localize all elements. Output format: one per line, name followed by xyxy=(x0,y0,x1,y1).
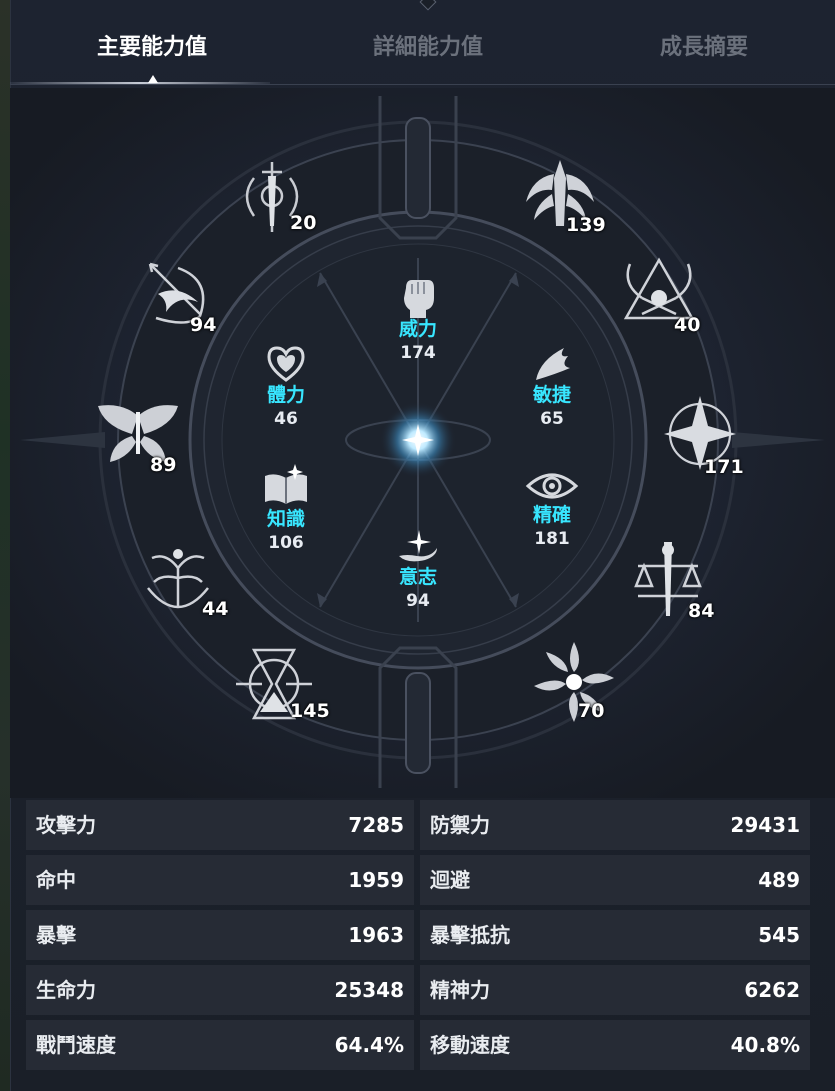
feather-claw-icon xyxy=(536,348,570,380)
outer-stat-value: 145 xyxy=(290,700,330,722)
stat-value: 1959 xyxy=(348,868,404,892)
stat-label: 防禦力 xyxy=(430,813,490,837)
top-ornament xyxy=(419,0,437,11)
stat-value: 65 xyxy=(540,409,564,429)
outer-stat-4[interactable]: 40 xyxy=(616,254,716,344)
outer-stat-1[interactable]: 20 xyxy=(232,156,332,246)
stat-row-evasion: 迴避 489 xyxy=(420,855,810,905)
tab-divider xyxy=(10,84,835,85)
background-edge xyxy=(0,0,10,1091)
outer-stat-10[interactable]: 70 xyxy=(530,638,630,728)
fist-icon xyxy=(404,280,434,318)
tab-detailed-stats[interactable]: 詳細能力值 xyxy=(308,30,548,66)
stat-name: 體力 xyxy=(266,384,305,406)
active-tab-marker xyxy=(148,75,158,83)
tab-growth-summary[interactable]: 成長摘要 xyxy=(584,30,824,66)
stat-name: 威力 xyxy=(398,318,437,340)
radiant-sun-icon xyxy=(534,642,614,722)
stat-value: 489 xyxy=(758,868,800,892)
stat-wheel: 20 139 94 40 89 171 44 84 145 70 威力 174 … xyxy=(10,88,835,798)
stat-label: 命中 xyxy=(36,868,76,892)
outer-stat-2[interactable]: 139 xyxy=(518,154,618,244)
stat-value: 29431 xyxy=(730,813,800,837)
spark-swirl-icon xyxy=(399,530,437,562)
outer-stat-value: 171 xyxy=(704,456,744,478)
outer-stat-6[interactable]: 171 xyxy=(660,390,760,480)
outer-stat-value: 20 xyxy=(290,212,317,234)
stat-row-attack: 攻擊力 7285 xyxy=(26,800,414,850)
stat-row-combat-speed: 戰鬥速度 64.4% xyxy=(26,1020,414,1070)
heart-icon xyxy=(267,346,305,382)
stat-row-accuracy: 命中 1959 xyxy=(26,855,414,905)
outer-stat-value: 84 xyxy=(688,600,715,622)
stat-label: 攻擊力 xyxy=(36,813,96,837)
outer-stat-9[interactable]: 145 xyxy=(232,642,332,732)
stat-row-hp: 生命力 25348 xyxy=(26,965,414,1015)
stat-value: 40.8% xyxy=(730,1033,800,1057)
stat-row-critical-resist: 暴擊抵抗 545 xyxy=(420,910,810,960)
stat-row-mp: 精神力 6262 xyxy=(420,965,810,1015)
outer-stat-value: 70 xyxy=(578,700,605,722)
outer-stat-value: 40 xyxy=(674,314,701,336)
outer-stat-value: 139 xyxy=(566,214,606,236)
stat-name: 精確 xyxy=(532,504,571,526)
stat-value: 174 xyxy=(400,343,436,363)
stat-value: 94 xyxy=(406,591,430,611)
stat-label: 戰鬥速度 xyxy=(36,1033,116,1057)
inner-stat-will[interactable]: 意志 94 xyxy=(378,528,458,612)
stat-label: 暴擊 xyxy=(36,923,76,947)
stat-value: 181 xyxy=(534,529,570,549)
tab-main-stats[interactable]: 主要能力值 xyxy=(32,30,272,66)
stat-value: 46 xyxy=(274,409,298,429)
stat-value: 106 xyxy=(268,533,304,553)
stat-row-move-speed: 移動速度 40.8% xyxy=(420,1020,810,1070)
open-book-icon xyxy=(265,464,307,504)
stat-value: 545 xyxy=(758,923,800,947)
inner-stat-precision[interactable]: 精確 181 xyxy=(512,468,592,550)
stat-label: 生命力 xyxy=(36,978,96,1002)
stat-value: 7285 xyxy=(348,813,404,837)
stat-row-critical: 暴擊 1963 xyxy=(26,910,414,960)
stat-name: 知識 xyxy=(266,508,305,530)
eye-icon xyxy=(525,473,579,499)
stat-value: 64.4% xyxy=(334,1033,404,1057)
tab-bar: 主要能力值 詳細能力值 成長摘要 xyxy=(10,0,835,88)
stat-label: 暴擊抵抗 xyxy=(430,923,510,947)
active-tab-underline xyxy=(10,82,270,84)
outer-stat-5[interactable]: 89 xyxy=(92,396,192,486)
outer-stat-value: 44 xyxy=(202,598,229,620)
stat-label: 迴避 xyxy=(430,868,470,892)
inner-stat-power[interactable]: 威力 174 xyxy=(378,274,458,364)
stat-row-defense: 防禦力 29431 xyxy=(420,800,810,850)
stat-value: 6262 xyxy=(744,978,800,1002)
inner-stat-stamina[interactable]: 體力 46 xyxy=(246,344,326,430)
outer-stat-value: 94 xyxy=(190,314,217,336)
outer-stat-3[interactable]: 94 xyxy=(138,254,238,344)
stat-value: 25348 xyxy=(334,978,404,1002)
stat-label: 精神力 xyxy=(430,978,490,1002)
stat-name: 意志 xyxy=(398,566,437,588)
outer-stat-7[interactable]: 44 xyxy=(136,538,236,628)
inner-stat-knowledge[interactable]: 知識 106 xyxy=(246,462,326,554)
stat-value: 1963 xyxy=(348,923,404,947)
inner-stat-agility[interactable]: 敏捷 65 xyxy=(512,344,592,430)
outer-stat-value: 89 xyxy=(150,454,177,476)
outer-stat-8[interactable]: 84 xyxy=(628,536,728,626)
stat-label: 移動速度 xyxy=(430,1033,510,1057)
stat-name: 敏捷 xyxy=(532,384,571,406)
